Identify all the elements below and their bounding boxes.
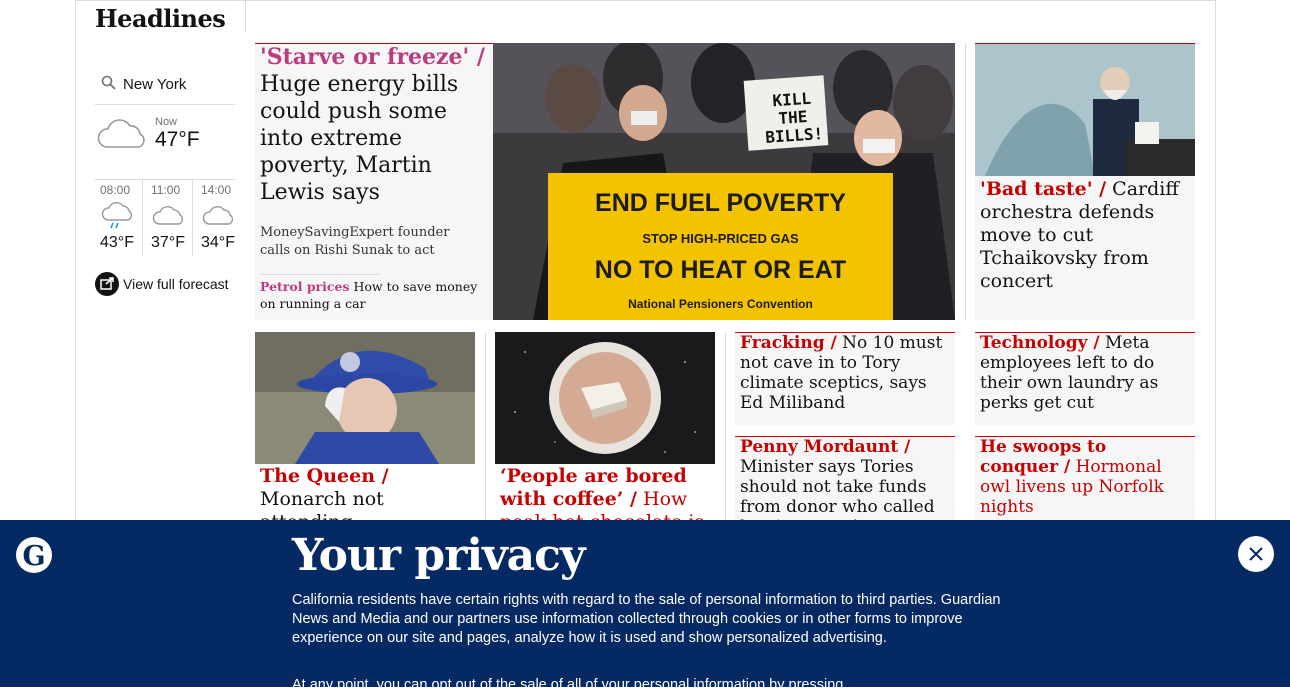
weather-hour: 08:00 43°F xyxy=(95,180,141,256)
weather-hour-divider xyxy=(192,180,193,256)
lead-headline: 'Starve or freeze' / Huge energy bills c… xyxy=(260,44,490,206)
weather-hourly: 08:00 43°F 11:00 37°F 14:00 34°F xyxy=(95,179,235,256)
search-icon xyxy=(101,75,117,96)
cloud-icon xyxy=(201,202,235,235)
protest-banner-line2: STOP HIGH-PRICED GAS xyxy=(642,231,799,246)
owl-story-card[interactable]: He swoops to conquer / Hormonal owl live… xyxy=(975,436,1195,523)
protest-banner-line3: NO TO HEAT OR EAT xyxy=(594,256,847,284)
weather-location-search[interactable]: New York xyxy=(95,66,235,105)
external-link-icon xyxy=(95,272,119,296)
mordaunt-kicker: Penny Mordaunt / xyxy=(740,437,911,457)
lead-story-card[interactable]: 'Starve or freeze' / Huge energy bills c… xyxy=(255,43,493,320)
fracking-story-card[interactable]: Fracking / No 10 must not cave in to Tor… xyxy=(735,332,955,425)
column-divider xyxy=(725,332,726,522)
fracking-kicker: Fracking / xyxy=(740,333,837,353)
close-icon xyxy=(1238,547,1274,576)
lead-standfirst: MoneySavingExpert founder calls on Rishi… xyxy=(260,225,450,258)
title-divider xyxy=(245,0,246,32)
sublink-divider xyxy=(260,274,380,275)
meta-story-card[interactable]: Technology / Meta employees left to do t… xyxy=(975,332,1195,425)
protest-sign-small: KILL THE BILLS! xyxy=(764,88,824,147)
top-divider xyxy=(75,0,1215,1)
weather-location: New York xyxy=(123,76,187,93)
close-banner-button[interactable] xyxy=(1238,536,1274,572)
privacy-paragraph-2: At any point, you can opt out of the sal… xyxy=(292,677,844,693)
lead-story-image[interactable]: KILL THE BILLS! END FUEL POVERTY STOP HI… xyxy=(493,43,955,320)
weather-hour-temp: 37°F xyxy=(151,234,185,251)
protest-banner-line4: National Pensioners Convention xyxy=(628,297,813,311)
weather-hour-time: 14:00 xyxy=(201,183,232,197)
cardiff-story-image xyxy=(975,44,1195,176)
cloud-icon xyxy=(95,116,147,157)
weather-hour: 11:00 37°F xyxy=(146,180,192,256)
weather-hour-temp: 34°F xyxy=(201,234,235,251)
protest-banner-line1: END FUEL POVERTY xyxy=(595,189,846,217)
svg-text:G: G xyxy=(22,541,45,572)
weather-hour: 14:00 34°F xyxy=(196,180,242,256)
weather-now-temp: 47°F xyxy=(155,128,200,151)
sublink-kicker: Petrol prices xyxy=(260,279,350,294)
column-divider xyxy=(965,43,966,320)
cardiff-headline: 'Bad taste' / Cardiff orchestra defends … xyxy=(980,178,1190,293)
owl-headline: He swoops to conquer / Hormonal owl live… xyxy=(980,437,1190,517)
guardian-logo-icon: G xyxy=(16,537,52,573)
privacy-paragraph-1: California residents have certain rights… xyxy=(292,592,1001,646)
weather-hour-time: 08:00 xyxy=(100,183,131,197)
cardiff-kicker: 'Bad taste' / xyxy=(980,178,1107,200)
privacy-banner: G Your privacy California residents have… xyxy=(0,520,1290,693)
fracking-headline: Fracking / No 10 must not cave in to Tor… xyxy=(740,333,950,413)
column-divider xyxy=(485,332,486,522)
view-forecast-label: View full forecast xyxy=(123,276,229,292)
meta-kicker: Technology / xyxy=(980,333,1100,353)
meta-headline: Technology / Meta employees left to do t… xyxy=(980,333,1190,413)
lead-sublink[interactable]: Petrol prices How to save money on runni… xyxy=(260,278,485,312)
queen-story-image xyxy=(255,332,475,464)
cloud-icon xyxy=(151,202,185,235)
weather-hour-time: 11:00 xyxy=(151,183,181,197)
weather-hour-temp: 43°F xyxy=(100,234,134,251)
mordaunt-story-card[interactable]: Penny Mordaunt / Minister says Tories sh… xyxy=(735,436,955,537)
section-title: Headlines xyxy=(95,4,226,33)
lead-kicker: 'Starve or freeze' / xyxy=(260,44,485,70)
chocolate-story-card[interactable]: ‘People are bored with coffee’ / How pea… xyxy=(495,332,715,533)
queen-story-card[interactable]: The Queen / Monarch not attending Common… xyxy=(255,332,475,579)
chocolate-story-image xyxy=(495,332,715,464)
cardiff-story-card[interactable]: 'Bad taste' / Cardiff orchestra defends … xyxy=(975,43,1195,320)
weather-hour-divider xyxy=(142,180,143,256)
lead-headline-text: Huge energy bills could push some into e… xyxy=(260,72,459,205)
weather-now-label: Now xyxy=(155,116,178,128)
queen-kicker: The Queen / xyxy=(260,465,389,487)
privacy-title: Your privacy xyxy=(292,530,586,581)
rain-cloud-icon xyxy=(100,202,134,235)
